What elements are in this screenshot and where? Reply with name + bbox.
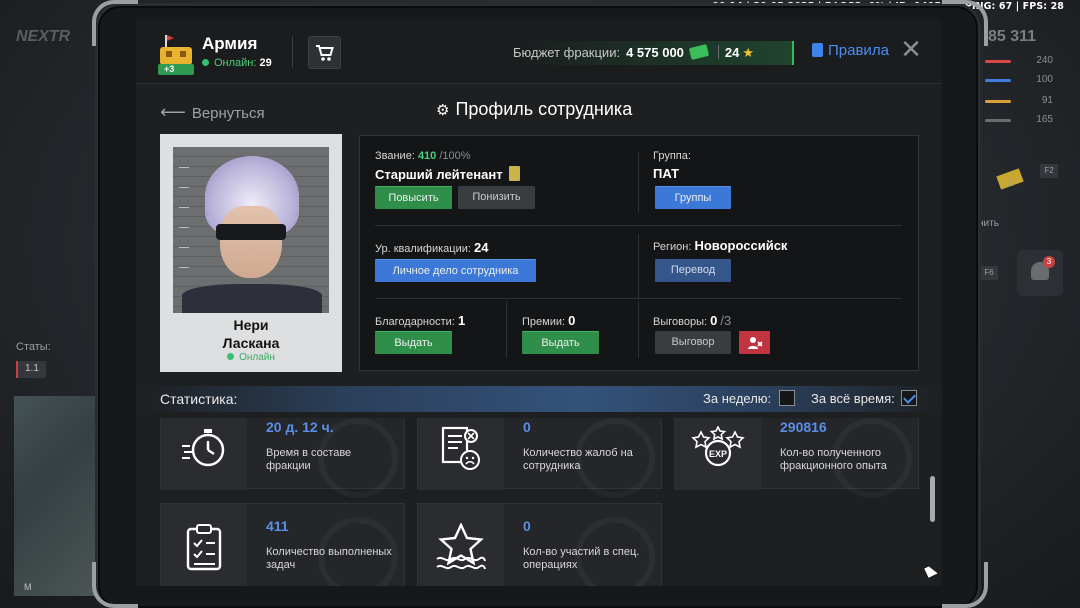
employee-status: Онлайн [160,352,342,363]
stopwatch-icon [161,418,247,490]
qualification-label: Ур. квалификации: 24 [375,240,489,255]
bg-stat-extra: 165 [975,114,1065,128]
header-divider [292,36,293,68]
stat-value: 20 д. 12 ч. [266,419,334,435]
bg-stat-health: 240 [975,55,1065,69]
employee-name: Нери Ласкана [222,317,280,351]
transfer-button[interactable]: Перевод [655,259,731,282]
statistics-bar: Статистика: За неделю: За всё время: [136,386,942,412]
group-name: ПАТ [653,166,680,181]
svg-text:EXP: EXP [709,449,727,459]
faction-online: Онлайн: 29 [202,57,272,69]
minimap[interactable]: M [14,396,98,596]
bg-stats-tag: 1.1 [16,361,46,378]
stat-value: 411 [266,518,289,534]
reprimand-button[interactable]: Выговор [655,331,731,354]
character-body [182,284,322,313]
bonuses-label: Премии: 0 [522,313,576,328]
character-face [220,206,282,278]
stat-value: 0 [523,518,531,534]
money-counter: 85 311 [988,28,1037,45]
faction-header: +3 Армия Онлайн: 29 Бюджет фракции: 4 575… [136,20,942,84]
week-label: За неделю: [703,391,772,406]
shop-cart-button[interactable] [308,36,341,69]
personal-file-button[interactable]: Личное дело сотрудника [375,259,536,282]
stat-card-tasks: 411 Количество выполненых задач [160,503,405,586]
stat-value: 0 [523,419,531,435]
bg-stat-food: 91 [975,95,1065,109]
star-wave-icon [418,504,504,586]
frame-corner [942,562,988,608]
frame-corner [92,0,138,46]
employee-info: Звание: 410 /100% Старший лейтенант Повы… [359,135,919,371]
all-time-checkbox[interactable] [901,390,917,406]
online-dot-icon [202,59,209,66]
bg-inventory-hint: 1 F2 нить [978,150,1068,229]
exp-icon: EXP [675,418,761,490]
give-bonus-button[interactable]: Выдать [522,331,599,354]
stat-cards: 20 д. 12 ч. Время в составе фракции 0 Ко… [136,418,942,586]
rules-link[interactable]: Правила [812,42,889,59]
region-label: Регион: Новороссийск [653,238,788,253]
stat-card-exp: EXP 290816 Кол-во полученного фракционно… [674,418,919,498]
document-icon [812,43,823,57]
rank-label: Звание: 410 /100% [375,150,471,162]
game-screen: 00:14 | 30.05.2025 | P.LOSS: 0% | ID: 14… [0,0,1080,608]
thanks-label: Благодарности: 1 [375,313,466,328]
faction-name: Армия [202,34,258,53]
stat-card-time: 20 д. 12 ч. Время в составе фракции [160,418,405,498]
page-title: ⚙ Профиль сотрудника [436,99,633,119]
complaint-icon [418,418,504,490]
character-blindfold [216,224,286,240]
frame-corner [92,562,138,608]
faction-emblem-icon: +3 [156,33,196,77]
stat-card-complaints: 0 Количество жалоб на сотрудника [417,418,662,498]
frame-corner [942,0,988,46]
rank-insignia-icon [508,166,520,181]
close-button[interactable]: ✕ [900,36,922,62]
gear-icon: ⚙ [436,102,450,119]
stat-card-special-ops: 0 Кол-во участий в спец. операциях [417,503,662,586]
promote-button[interactable]: Повысить [375,186,452,209]
all-time-label: За всё время: [811,391,895,406]
bg-key-f6: F6 [980,266,998,280]
cash-icon [688,44,710,60]
demote-button[interactable]: Понизить [458,186,535,209]
groups-button[interactable]: Группы [655,186,731,209]
back-button[interactable]: ⟵ Вернуться [160,102,265,123]
rank-name: Старший лейтенант [375,166,520,182]
employee-photo-card: Нери Ласкана Онлайн [160,134,342,372]
user-remove-icon [747,337,763,349]
server-logo: NEXTR [16,28,71,45]
bg-stat-armor: 100 [975,74,1065,88]
arrow-left-icon: ⟵ [160,102,186,122]
clipboard-icon [161,504,247,586]
group-label: Группа: [653,150,691,162]
star-icon: ★ [742,45,755,60]
faction-panel: +3 Армия Онлайн: 29 Бюджет фракции: 4 575… [136,20,942,586]
faction-budget: Бюджет фракции: 4 575 000 24 ★ [506,41,794,65]
reprimands-label: Выговоры: 0 /3 [653,313,732,328]
statistics-title: Статистика: [160,391,238,407]
stat-value: 290816 [780,419,827,435]
cart-icon [315,44,334,61]
bg-stats-label: Статы: [16,341,51,353]
scrollbar-thumb[interactable] [930,476,935,522]
notification-bell-icon[interactable]: 3 [1017,250,1063,296]
week-checkbox[interactable] [779,390,795,406]
give-thanks-button[interactable]: Выдать [375,331,452,354]
online-dot-icon [227,353,235,360]
remove-reprimand-button[interactable] [739,331,770,354]
